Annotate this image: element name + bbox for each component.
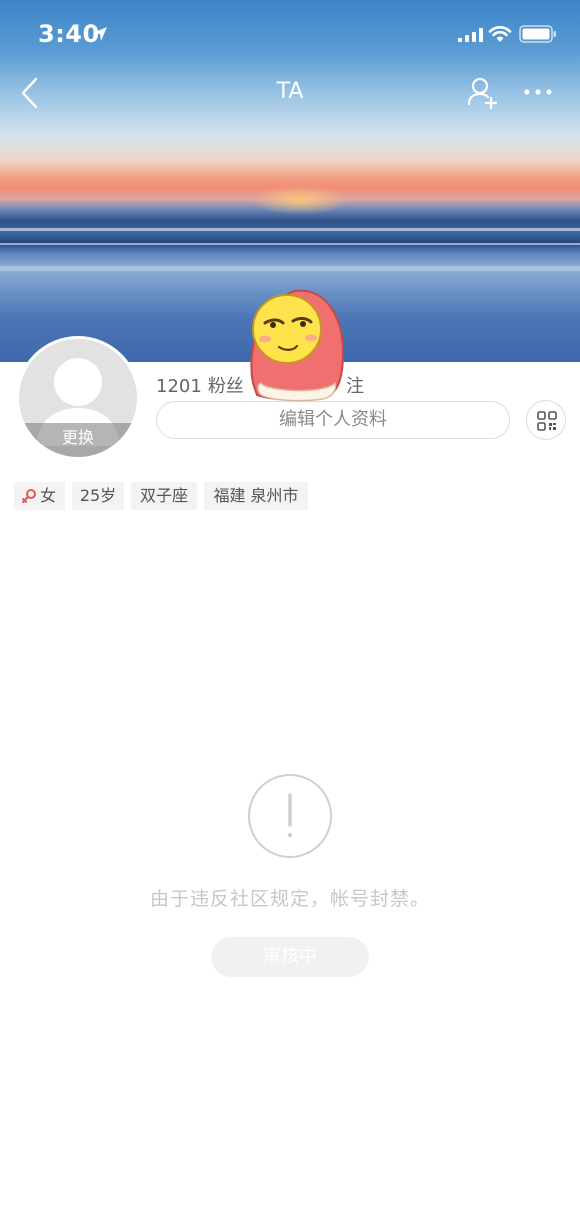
exclamation-icon (248, 774, 332, 858)
followers-stat[interactable]: 1201 粉丝 (156, 372, 244, 398)
profile-screen: 3:40 TA 更换 1201 粉丝 注 编辑个人资料 女 25岁 双子座 福建… (0, 0, 580, 1225)
zodiac-tag: 双子座 (131, 482, 197, 510)
location-tag: 福建 泉州市 (204, 482, 308, 510)
avatar[interactable]: 更换 (16, 336, 140, 460)
wave-line (0, 266, 580, 271)
wave-line (0, 243, 580, 245)
gender-label: 女 (40, 486, 57, 505)
followers-count: 1201 (156, 376, 202, 397)
avatar-change-label[interactable]: 更换 (19, 423, 137, 457)
under-review-button: 审核中 (211, 937, 369, 977)
location-arrow-icon (93, 27, 107, 41)
account-banned-message: 由于违反社区规定，帐号封禁。 (149, 888, 430, 910)
smiley-sticker (250, 289, 345, 402)
wifi-icon (488, 26, 512, 42)
battery-icon (519, 25, 556, 43)
more-icon[interactable] (522, 82, 554, 102)
page-title: TA (276, 79, 304, 104)
gender-tag: 女 (14, 482, 65, 510)
status-time: 3:40 (38, 20, 100, 48)
female-icon (22, 489, 36, 503)
age-tag: 25岁 (72, 482, 124, 510)
add-friend-icon[interactable] (466, 76, 500, 110)
back-icon[interactable] (18, 76, 48, 110)
wave-line (0, 228, 580, 231)
sun-glow (250, 185, 350, 215)
signal-icon (458, 28, 483, 42)
edit-profile-button[interactable]: 编辑个人资料 (156, 401, 510, 439)
followers-label: 粉丝 (207, 376, 244, 397)
qr-code-icon (537, 411, 557, 431)
status-bar: 3:40 (0, 0, 580, 68)
qr-code-button[interactable] (526, 400, 566, 440)
